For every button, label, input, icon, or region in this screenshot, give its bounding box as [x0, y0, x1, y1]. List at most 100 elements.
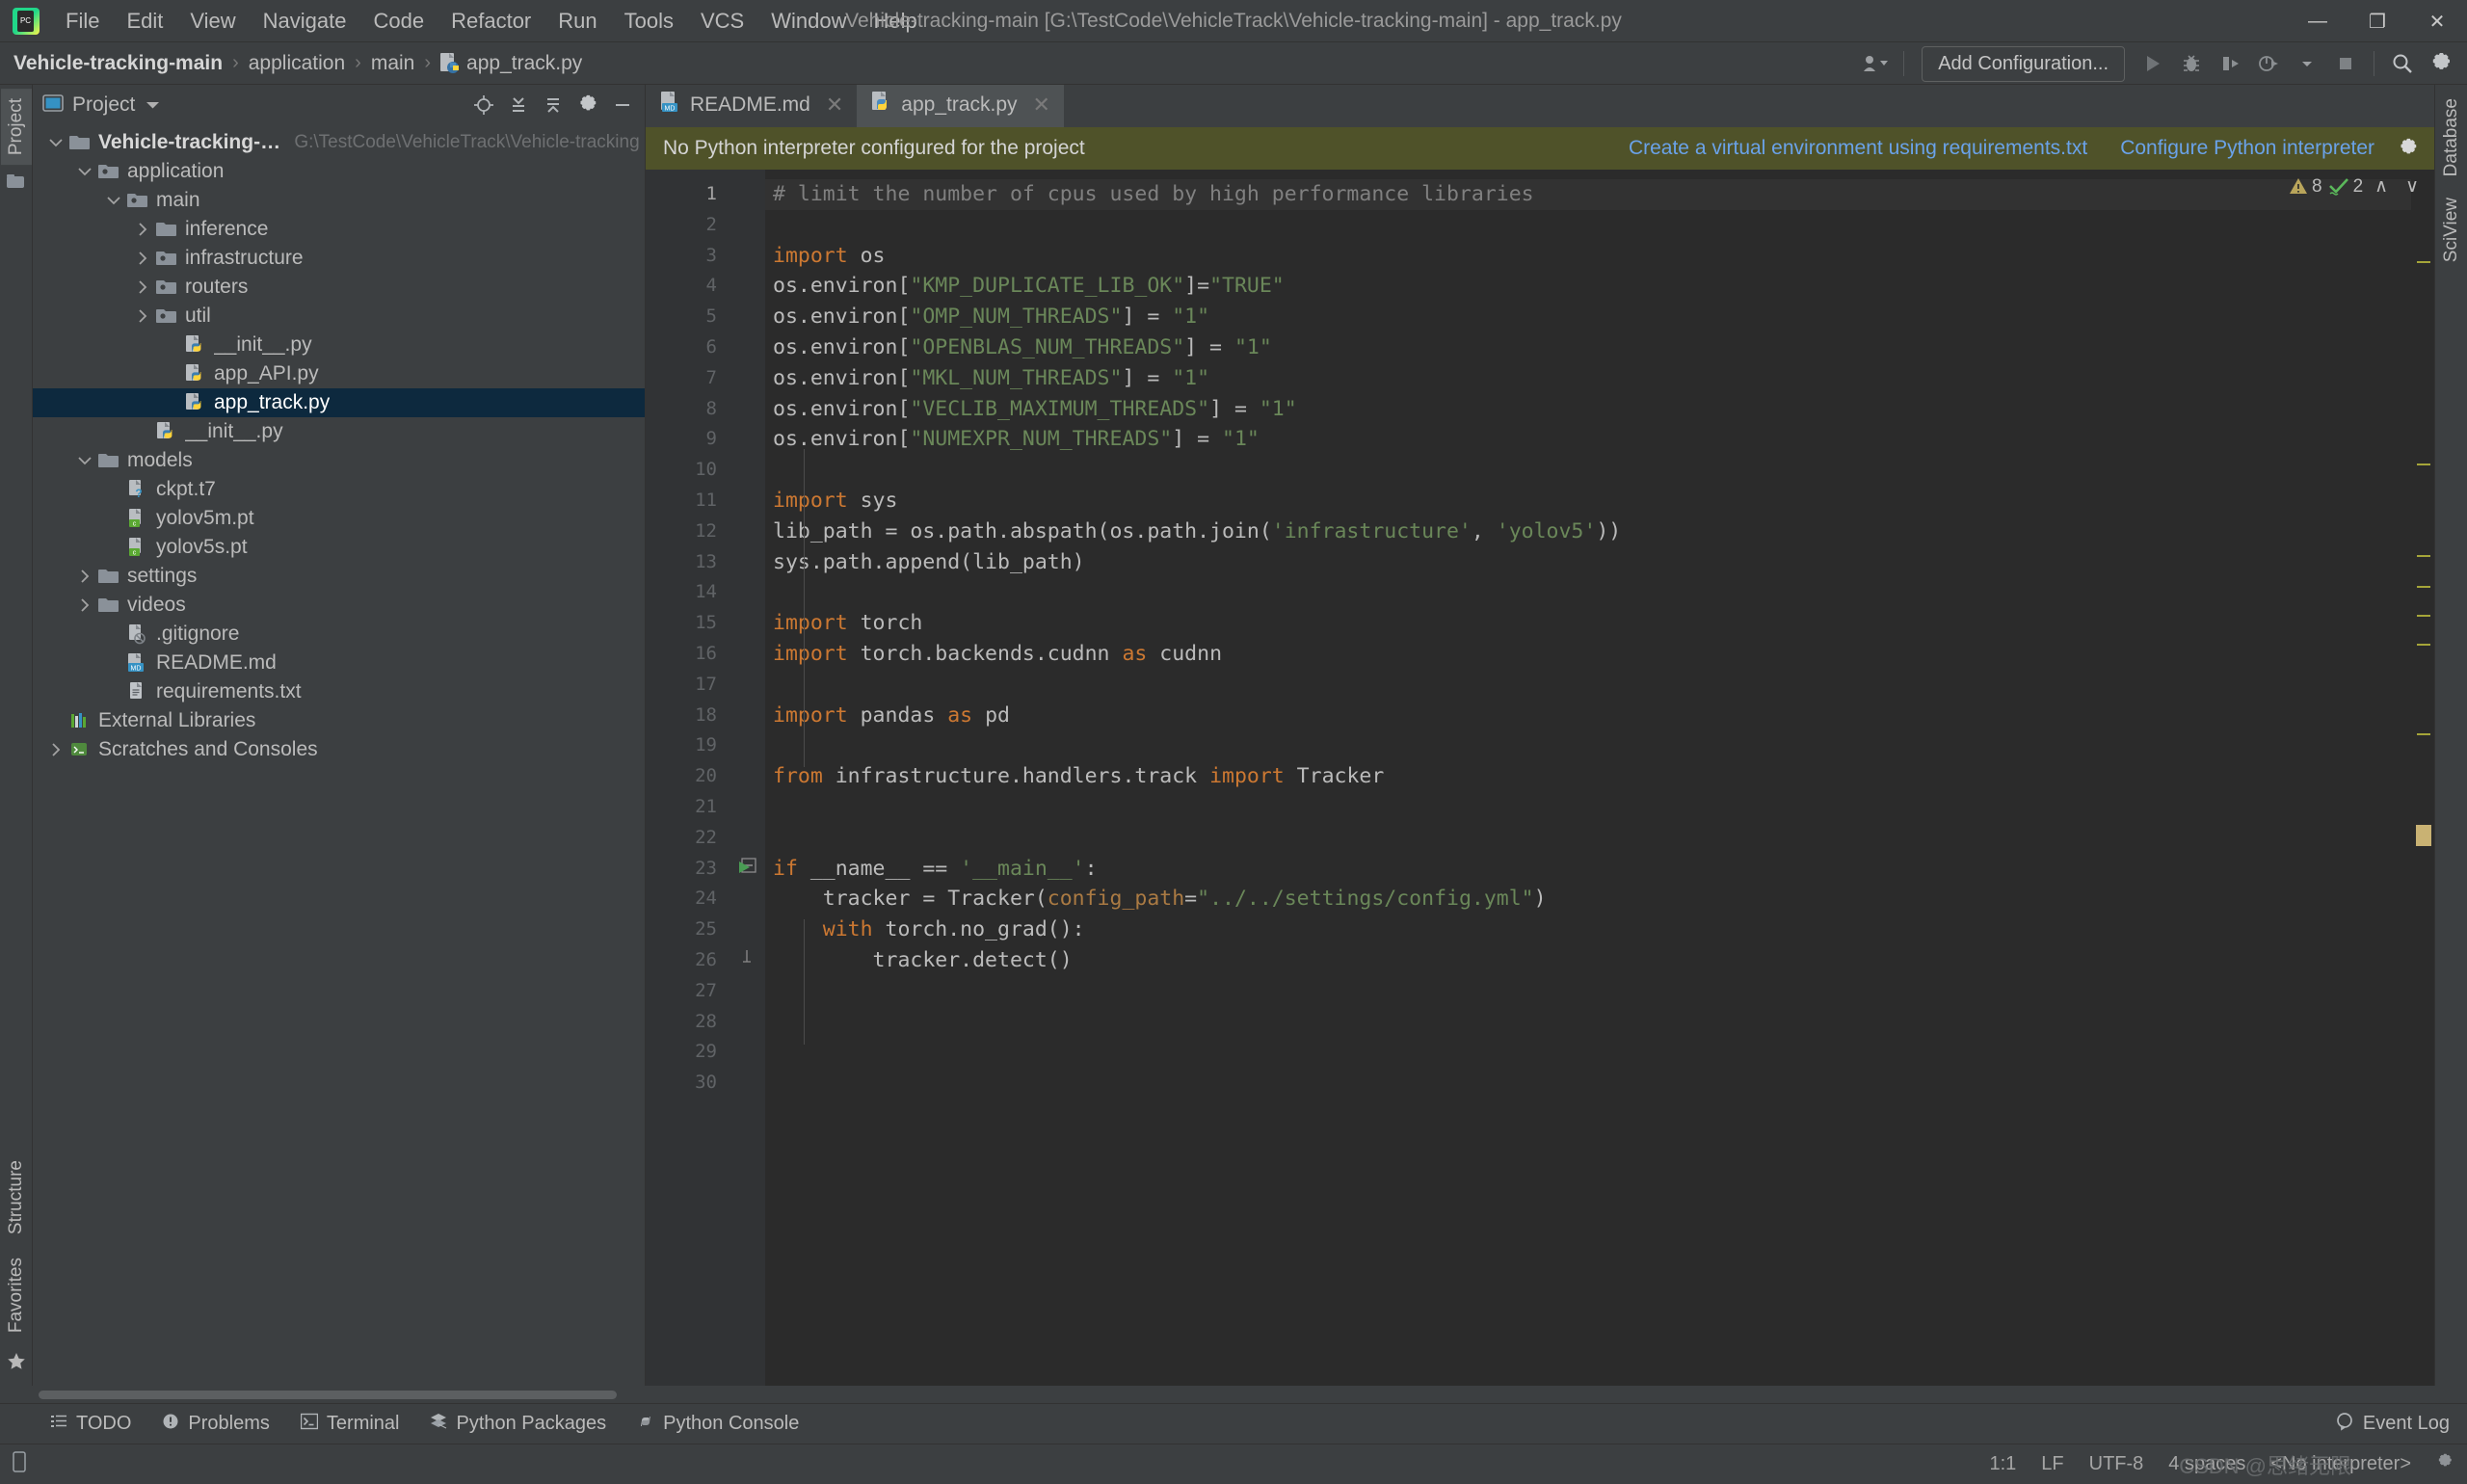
- code-line[interactable]: [765, 455, 2411, 486]
- code-line[interactable]: import os: [765, 241, 2411, 272]
- profile-icon[interactable]: [2250, 45, 2287, 82]
- code-line[interactable]: [765, 210, 2411, 241]
- code-line[interactable]: os.environ["MKL_NUM_THREADS"] = "1": [765, 363, 2411, 394]
- debug-icon[interactable]: [2173, 45, 2210, 82]
- file-encoding[interactable]: UTF-8: [2089, 1453, 2144, 1475]
- close-button[interactable]: ✕: [2407, 0, 2467, 42]
- sidebar-item-favorites[interactable]: Favorites: [1, 1248, 32, 1342]
- code-line[interactable]: import torch: [765, 608, 2411, 639]
- run-coverage-icon[interactable]: [2212, 45, 2248, 82]
- menu-item-navigate[interactable]: Navigate: [250, 5, 360, 38]
- chevron-down-icon[interactable]: [102, 196, 125, 205]
- fold-slot[interactable]: [730, 179, 765, 210]
- next-problem-icon[interactable]: ∨: [2400, 175, 2425, 198]
- chevron-down-icon[interactable]: [146, 97, 160, 114]
- tree-node-application[interactable]: application: [33, 157, 645, 186]
- breadcrumb-item-application[interactable]: application: [249, 52, 345, 75]
- prev-problem-icon[interactable]: ∧: [2369, 175, 2394, 198]
- menu-item-window[interactable]: Window: [757, 5, 860, 38]
- minimize-button[interactable]: —: [2288, 0, 2348, 42]
- tab-readme[interactable]: MD README.md ✕: [646, 85, 857, 127]
- run-gutter-icon[interactable]: [736, 860, 752, 880]
- locate-icon[interactable]: [467, 89, 500, 121]
- fold-slot[interactable]: [730, 914, 765, 945]
- fold-slot[interactable]: [730, 1037, 765, 1068]
- chevron-right-icon[interactable]: [44, 743, 67, 756]
- menu-item-code[interactable]: Code: [360, 5, 438, 38]
- maximize-button[interactable]: ❐: [2348, 0, 2407, 42]
- menu-item-vcs[interactable]: VCS: [687, 5, 757, 38]
- fold-slot[interactable]: [730, 670, 765, 701]
- tree-node-scratches-and-consoles[interactable]: Scratches and Consoles: [33, 735, 645, 764]
- fold-slot[interactable]: [730, 608, 765, 639]
- ok-count[interactable]: 2: [2328, 176, 2363, 198]
- fold-slot[interactable]: [730, 363, 765, 394]
- tree-node-routers[interactable]: routers: [33, 273, 645, 302]
- fold-slot[interactable]: [730, 302, 765, 332]
- code-line[interactable]: [765, 1007, 2411, 1038]
- close-icon[interactable]: ✕: [826, 93, 843, 118]
- bottom-tab-python-console[interactable]: Python Console: [622, 1408, 814, 1441]
- status-settings-icon[interactable]: [2436, 1453, 2454, 1476]
- code-line[interactable]: with torch.no_grad():: [765, 914, 2411, 945]
- menu-item-view[interactable]: View: [176, 5, 249, 38]
- fold-end-icon[interactable]: [741, 949, 753, 969]
- code-line[interactable]: if __name__ == '__main__':: [765, 854, 2411, 885]
- tree-node-ckpt-t7[interactable]: ? ckpt.t7: [33, 475, 645, 504]
- close-icon[interactable]: ✕: [1033, 93, 1050, 118]
- breadcrumb-item-main[interactable]: main: [371, 52, 415, 75]
- code-line[interactable]: os.environ["VECLIB_MAXIMUM_THREADS"] = "…: [765, 394, 2411, 425]
- fold-slot[interactable]: [730, 639, 765, 670]
- code-line[interactable]: lib_path = os.path.abspath(os.path.join(…: [765, 517, 2411, 547]
- search-everywhere-icon[interactable]: [2384, 45, 2421, 82]
- tree-node-vehicle-tracking-main[interactable]: Vehicle-tracking-main G:\TestCode\Vehicle…: [33, 128, 645, 157]
- horizontal-scrollbar[interactable]: [39, 1390, 617, 1399]
- code-editor[interactable]: 1 2 3 4 5 6 7 8 9 10 11 12 13 14 15 16 17 18 19 20 21 22 23 24 2…: [646, 170, 2434, 1386]
- event-log-button[interactable]: Event Log: [2335, 1412, 2450, 1437]
- fold-slot[interactable]: [730, 271, 765, 302]
- menu-item-edit[interactable]: Edit: [113, 5, 176, 38]
- menu-item-file[interactable]: File: [52, 5, 113, 38]
- error-marker-bar[interactable]: [2411, 170, 2434, 1386]
- fold-slot[interactable]: [730, 424, 765, 455]
- chevron-right-icon[interactable]: [131, 223, 154, 236]
- code-line[interactable]: [765, 976, 2411, 1007]
- bottom-tab-problems[interactable]: Problems: [146, 1408, 284, 1441]
- fold-slot[interactable]: [730, 241, 765, 272]
- tree-node-readme-md[interactable]: MD README.md: [33, 649, 645, 677]
- code-line[interactable]: [765, 577, 2411, 608]
- bottom-tab-todo[interactable]: TODO: [35, 1408, 146, 1440]
- sidebar-item-database[interactable]: Database: [2436, 89, 2467, 186]
- fold-slot[interactable]: [730, 455, 765, 486]
- chevron-right-icon[interactable]: [73, 598, 96, 612]
- code-line[interactable]: [765, 730, 2411, 761]
- code-line[interactable]: import pandas as pd: [765, 701, 2411, 731]
- tab-app-track[interactable]: app_track.py ✕: [857, 85, 1064, 127]
- code-line[interactable]: [765, 670, 2411, 701]
- fold-slot[interactable]: [730, 332, 765, 363]
- tree-node-infrastructure[interactable]: infrastructure: [33, 244, 645, 273]
- code-line[interactable]: import torch.backends.cudnn as cudnn: [765, 639, 2411, 670]
- hide-panel-icon[interactable]: [606, 89, 639, 121]
- menu-item-tools[interactable]: Tools: [611, 5, 687, 38]
- chevron-down-icon[interactable]: [2289, 45, 2325, 82]
- fold-slot[interactable]: [730, 730, 765, 761]
- settings-icon[interactable]: [571, 89, 604, 121]
- memory-indicator-icon[interactable]: [10, 1450, 29, 1478]
- menu-item-refactor[interactable]: Refactor: [438, 5, 544, 38]
- tree-node-main[interactable]: main: [33, 186, 645, 215]
- bottom-tab-terminal[interactable]: Terminal: [285, 1408, 415, 1441]
- code-line[interactable]: os.environ["OMP_NUM_THREADS"] = "1": [765, 302, 2411, 332]
- tree-node-app-track-py[interactable]: app_track.py: [33, 388, 645, 417]
- expand-all-icon[interactable]: [537, 89, 570, 121]
- inspection-widget[interactable]: 8 2 ∧ ∨: [2289, 175, 2425, 198]
- code-line[interactable]: tracker = Tracker(config_path="../../set…: [765, 884, 2411, 914]
- tree-node-external-libraries[interactable]: External Libraries: [33, 706, 645, 735]
- code-line[interactable]: [765, 1037, 2411, 1068]
- tree-node-util[interactable]: util: [33, 302, 645, 331]
- fold-slot[interactable]: [730, 761, 765, 792]
- code-line[interactable]: sys.path.append(lib_path): [765, 547, 2411, 578]
- tree-node--init-py[interactable]: __init__.py: [33, 331, 645, 359]
- fold-slot[interactable]: [730, 517, 765, 547]
- sidebar-item-project[interactable]: Project: [0, 89, 32, 166]
